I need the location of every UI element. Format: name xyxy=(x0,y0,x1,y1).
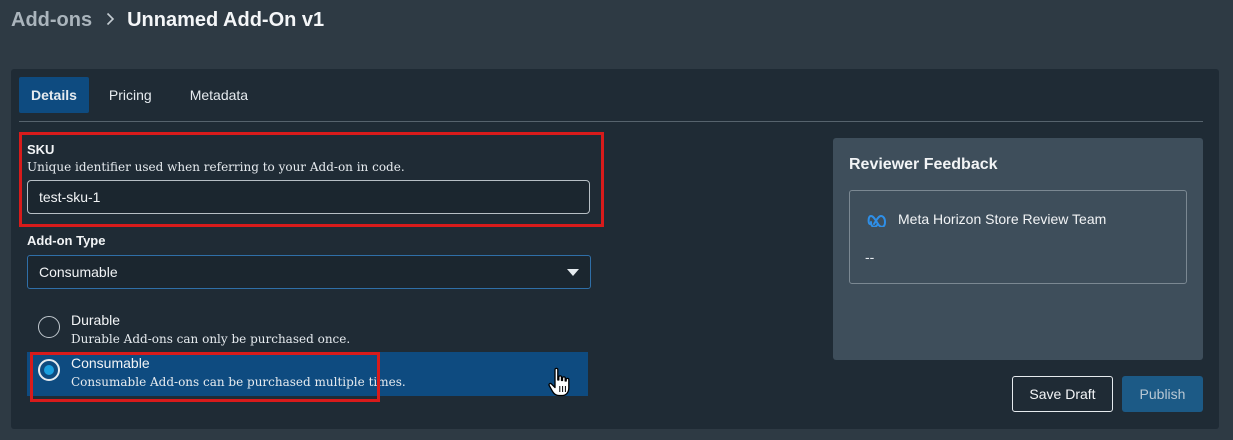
feedback-card: Meta Horizon Store Review Team -- xyxy=(849,190,1187,284)
radio-durable[interactable] xyxy=(38,316,60,338)
addon-type-selected-value: Consumable xyxy=(39,264,118,280)
publish-button[interactable]: Publish xyxy=(1122,376,1203,412)
breadcrumb-addons-link[interactable]: Add-ons xyxy=(11,9,92,32)
feedback-author: Meta Horizon Store Review Team xyxy=(898,211,1107,227)
chevron-right-icon xyxy=(106,10,115,31)
sku-input[interactable] xyxy=(27,180,590,214)
meta-logo-icon xyxy=(867,213,889,232)
tab-pricing[interactable]: Pricing xyxy=(91,77,170,113)
sku-field-group: SKU Unique identifier used when referrin… xyxy=(27,142,597,214)
tab-divider xyxy=(19,121,1203,122)
option-title: Durable xyxy=(71,312,121,328)
hand-pointer-icon xyxy=(547,366,573,403)
details-panel: Details Pricing Metadata SKU Unique iden… xyxy=(11,69,1219,429)
feedback-text: -- xyxy=(865,249,875,265)
sku-help-text: Unique identifier used when referring to… xyxy=(27,160,405,174)
tab-details[interactable]: Details xyxy=(19,77,89,113)
reviewer-feedback-panel: Reviewer Feedback Meta Horizon Store Rev… xyxy=(833,138,1203,360)
page-title: Unnamed Add-On v1 xyxy=(127,8,325,31)
tab-metadata[interactable]: Metadata xyxy=(172,77,266,113)
addon-type-select[interactable]: Consumable xyxy=(27,255,591,289)
addon-type-label: Add-on Type xyxy=(27,233,106,248)
option-durable[interactable]: Durable Durable Add-ons can only be purc… xyxy=(27,309,588,353)
sku-label: SKU xyxy=(27,142,55,157)
reviewer-feedback-title: Reviewer Feedback xyxy=(849,156,998,173)
tab-bar: Details Pricing Metadata xyxy=(19,77,268,113)
consumable-highlight-box xyxy=(30,352,380,402)
option-description: Durable Add-ons can only be purchased on… xyxy=(71,332,351,346)
save-draft-button[interactable]: Save Draft xyxy=(1012,376,1113,412)
caret-down-icon xyxy=(567,268,579,276)
breadcrumb: Add-ons Unnamed Add-On v1 xyxy=(11,6,324,34)
